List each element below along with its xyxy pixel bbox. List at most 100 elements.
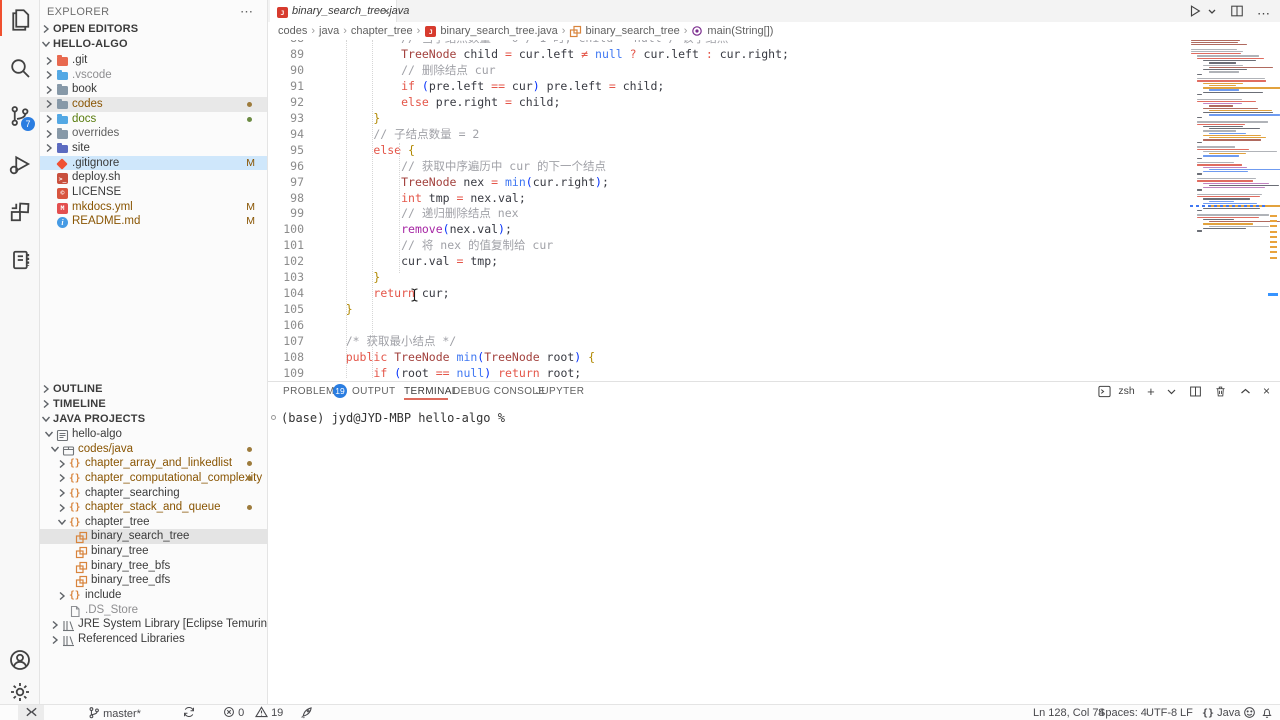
code-line-108[interactable]: 108 public TreeNode min(TreeNode root) { bbox=[268, 350, 1188, 366]
status-lf[interactable]: LF bbox=[1180, 706, 1193, 720]
code-line-106[interactable]: 106 bbox=[268, 318, 1188, 334]
code-line-105[interactable]: 105 } bbox=[268, 302, 1188, 318]
search-icon[interactable] bbox=[8, 56, 32, 80]
breadcrumb-item[interactable]: codes bbox=[278, 25, 307, 37]
run-button[interactable] bbox=[1188, 4, 1202, 23]
status-ln-128-col-74[interactable]: Ln 128, Col 74 bbox=[1033, 706, 1105, 720]
tree-item-binary-search-tree[interactable]: binary_search_tree bbox=[40, 529, 267, 544]
shell-label[interactable]: zsh bbox=[1118, 385, 1134, 397]
project-root-section[interactable]: HELLO-ALGO bbox=[40, 37, 267, 52]
kill-terminal-icon[interactable] bbox=[1214, 385, 1227, 403]
tree-item-overrides[interactable]: overrides bbox=[40, 126, 267, 141]
code-line-90[interactable]: 90 // 删除结点 cur bbox=[268, 63, 1188, 79]
code-line-92[interactable]: 92 else pre.right = child; bbox=[268, 95, 1188, 111]
tree-item-docs[interactable]: docs bbox=[40, 112, 267, 127]
breadcrumb-item[interactable]: chapter_tree bbox=[351, 25, 413, 37]
split-terminal-icon[interactable] bbox=[1189, 385, 1202, 403]
tree-item-chapter-searching[interactable]: {}chapter_searching bbox=[40, 486, 267, 501]
code-line-89[interactable]: 89 TreeNode child = cur.left ≠ null ? cu… bbox=[268, 47, 1188, 63]
tree-item-chapter-computational-complexity[interactable]: {}chapter_computational_complexity bbox=[40, 471, 267, 486]
tree-item-jre-system-library-eclipse-temurin-17-17[interactable]: JRE System Library [Eclipse Temurin 17 [… bbox=[40, 617, 267, 632]
run-dropdown-chevron-icon[interactable] bbox=[1208, 4, 1216, 23]
settings-gear-icon[interactable] bbox=[8, 680, 32, 704]
tree-item-binary-tree[interactable]: binary_tree bbox=[40, 544, 267, 559]
tree-item-include[interactable]: {}include bbox=[40, 588, 267, 603]
tree-item-vscode[interactable]: .vscode bbox=[40, 68, 267, 83]
tree-item-binary-tree-bfs[interactable]: binary_tree_bfs bbox=[40, 559, 267, 574]
extensions-icon[interactable] bbox=[8, 200, 32, 224]
status-bell[interactable] bbox=[1261, 706, 1273, 720]
breadcrumb-separator: › bbox=[311, 25, 315, 37]
tree-item-hello-algo[interactable]: hello-algo bbox=[40, 427, 267, 442]
code-line-94[interactable]: 94 // 子结点数量 = 2 bbox=[268, 127, 1188, 143]
tree-item-license[interactable]: ©LICENSE bbox=[40, 185, 267, 200]
tree-item-referenced-libraries[interactable]: Referenced Libraries bbox=[40, 632, 267, 647]
code-line-103[interactable]: 103 } bbox=[268, 270, 1188, 286]
notebook-icon[interactable] bbox=[8, 248, 32, 272]
tree-item-book[interactable]: book bbox=[40, 82, 267, 97]
maximize-panel-chevron-icon[interactable] bbox=[1240, 385, 1251, 403]
code-line-101[interactable]: 101 // 将 nex 的值复制给 cur bbox=[268, 238, 1188, 254]
code-line-93[interactable]: 93 } bbox=[268, 111, 1188, 127]
java-projects-section[interactable]: JAVA PROJECTS bbox=[40, 412, 267, 427]
status-spaces-4[interactable]: Spaces: 4 bbox=[1098, 706, 1147, 720]
tree-item-deploy-sh[interactable]: >_deploy.sh bbox=[40, 170, 267, 185]
status-error-0[interactable]: 0 bbox=[223, 706, 244, 720]
minimap[interactable] bbox=[1188, 22, 1268, 381]
breadcrumb-item[interactable]: java bbox=[319, 25, 339, 37]
new-terminal-icon[interactable]: + bbox=[1147, 385, 1155, 398]
breadcrumb-item[interactable]: main(String[]) bbox=[691, 24, 773, 37]
status-warning-19[interactable]: 19 bbox=[255, 706, 283, 720]
account-icon[interactable] bbox=[8, 648, 32, 672]
code-line-97[interactable]: 97 TreeNode nex = min(cur.right); bbox=[268, 175, 1188, 191]
tree-item-codes-java[interactable]: codes/java bbox=[40, 442, 267, 457]
code-line-91[interactable]: 91 if (pre.left == cur) pre.left = child… bbox=[268, 79, 1188, 95]
code-line-104[interactable]: 104 return cur; bbox=[268, 286, 1188, 302]
tree-item-chapter-array-and-linkedlist[interactable]: {}chapter_array_and_linkedlist bbox=[40, 456, 267, 471]
breadcrumb-item[interactable]: binary_search_tree bbox=[569, 24, 679, 37]
status-rocket[interactable] bbox=[300, 706, 313, 720]
status-utf-8[interactable]: UTF-8 bbox=[1146, 706, 1177, 720]
close-panel-icon[interactable]: × bbox=[1263, 385, 1270, 398]
tree-item-codes[interactable]: codes bbox=[40, 97, 267, 112]
tree-item-chapter-tree[interactable]: {}chapter_tree bbox=[40, 515, 267, 530]
open-editors-section[interactable]: OPEN EDITORS bbox=[40, 22, 267, 37]
explorer-icon[interactable] bbox=[8, 8, 32, 32]
tree-item-ds-store[interactable]: .DS_Store bbox=[40, 603, 267, 618]
run-debug-icon[interactable] bbox=[8, 152, 32, 176]
code-line-100[interactable]: 100 remove(nex.val); bbox=[268, 222, 1188, 238]
tree-item-gitignore[interactable]: .gitignoreM bbox=[40, 156, 267, 171]
tree-item-binary-tree-dfs[interactable]: binary_tree_dfs bbox=[40, 573, 267, 588]
tree-item-git[interactable]: .git bbox=[40, 53, 267, 68]
remote-indicator[interactable] bbox=[18, 705, 44, 720]
tree-item-readme-md[interactable]: iREADME.mdM bbox=[40, 214, 267, 229]
code-line-107[interactable]: 107 /* 获取最小结点 */ bbox=[268, 334, 1188, 350]
breadcrumb-item[interactable]: J binary_search_tree.java bbox=[424, 24, 557, 37]
status-java[interactable]: {} Java bbox=[1202, 706, 1240, 720]
code-line-95[interactable]: 95 else { bbox=[268, 143, 1188, 159]
panel-tab-debug-console[interactable]: DEBUG CONSOLE bbox=[453, 386, 545, 397]
tree-item-chapter-stack-and-queue[interactable]: {}chapter_stack_and_queue bbox=[40, 500, 267, 515]
tree-item-site[interactable]: site bbox=[40, 141, 267, 156]
status-sync[interactable] bbox=[183, 706, 195, 720]
javafile-icon: J bbox=[424, 24, 437, 36]
timeline-section[interactable]: TIMELINE bbox=[40, 397, 267, 412]
code-line-99[interactable]: 99 // 递归删除结点 nex bbox=[268, 206, 1188, 222]
panel-tab-jupyter[interactable]: JUPYTER bbox=[536, 386, 584, 397]
code-line-96[interactable]: 96 // 获取中序遍历中 cur 的下一个结点 bbox=[268, 159, 1188, 175]
outline-section[interactable]: OUTLINE bbox=[40, 382, 267, 397]
panel-tab-output[interactable]: OUTPUT bbox=[352, 386, 396, 397]
code-line-102[interactable]: 102 cur.val = tmp; bbox=[268, 254, 1188, 270]
status-branch-master-[interactable]: master* bbox=[88, 706, 141, 720]
terminal-prompt[interactable]: (base) jyd@JYD-MBP hello-algo % bbox=[281, 411, 505, 425]
code-line-109[interactable]: 109 if (root == null) return root; bbox=[268, 366, 1188, 381]
item-label: LICENSE bbox=[72, 186, 121, 198]
split-editor-icon[interactable] bbox=[1230, 4, 1244, 23]
terminal-dropdown-chevron-icon[interactable] bbox=[1167, 385, 1176, 403]
code-line-98[interactable]: 98 int tmp = nex.val; bbox=[268, 191, 1188, 207]
panel-tab-terminal[interactable]: TERMINAL bbox=[404, 386, 458, 397]
tree-item-mkdocs-yml[interactable]: Mmkdocs.ymlM bbox=[40, 200, 267, 215]
status-feedback[interactable] bbox=[1243, 706, 1256, 720]
code-editor[interactable]: 88 // 当子结点数量 = 0 / 1 时, child = null / 该… bbox=[268, 0, 1188, 381]
more-actions-icon[interactable]: ⋯ bbox=[240, 4, 253, 20]
